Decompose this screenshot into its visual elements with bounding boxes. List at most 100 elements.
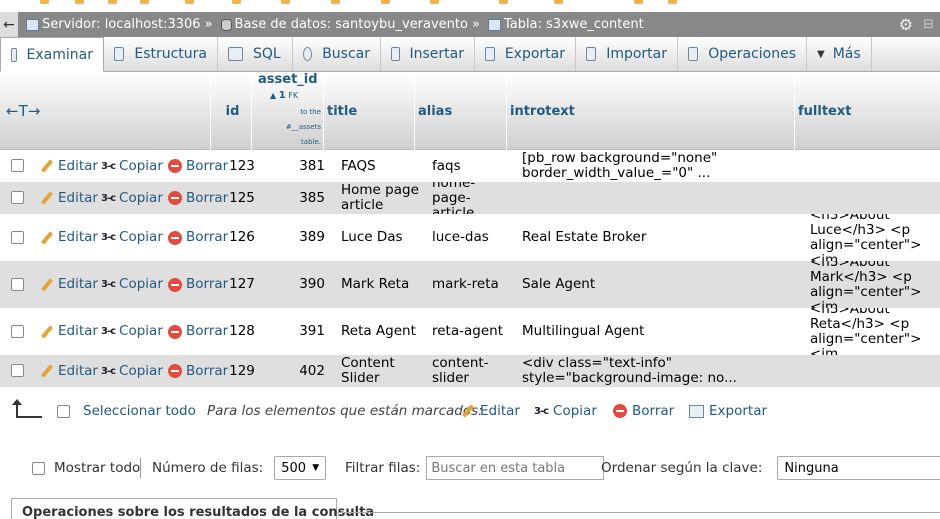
cell-id[interactable]: 129 — [226, 355, 258, 387]
tab-export[interactable]: Exportar — [475, 37, 576, 71]
tab-structure[interactable]: Estructura — [104, 37, 218, 71]
breadcrumb-database[interactable]: Base de datos: santoybu_veravento » — [213, 17, 480, 32]
table-row[interactable]: Editar 3-c Copiar Borrar 128 391 Reta Agent ret… — [0, 308, 940, 355]
sort-select[interactable]: Ninguna▼ — [777, 456, 940, 480]
column-fulltext[interactable]: fulltext — [794, 72, 940, 150]
cell-id[interactable]: 127 — [226, 261, 258, 308]
cell-fulltext[interactable] — [810, 182, 940, 214]
bulk-delete-button[interactable]: Borrar — [613, 403, 674, 419]
row-copy-button[interactable]: 3-c Copiar — [101, 355, 163, 387]
row-checkbox[interactable] — [11, 364, 24, 377]
row-checkbox[interactable] — [11, 324, 24, 338]
cell-asset-id[interactable]: 390 — [262, 261, 325, 308]
cell-fulltext[interactable]: <h3>About Reta</h3> <p align="center"><i… — [810, 308, 940, 355]
row-checkbox[interactable] — [11, 159, 24, 172]
row-edit-button[interactable]: Editar — [40, 308, 98, 355]
rows-select[interactable]: 500 ▼ — [274, 456, 327, 480]
cell-title[interactable]: FAQS — [341, 150, 429, 182]
table-row[interactable]: Editar 3-c Copiar Borrar 126 389 Luce Das luce-… — [0, 214, 940, 261]
cell-title[interactable]: Home page article — [341, 182, 429, 214]
tab-more[interactable]: ▼ Más — [807, 37, 872, 71]
bulk-copy-button[interactable]: 3-c Copiar — [534, 403, 597, 419]
tab-operations[interactable]: Operaciones — [678, 37, 807, 71]
table-row[interactable]: Editar 3-c Copiar Borrar 125 385 Home page art… — [0, 182, 940, 214]
cell-id[interactable]: 126 — [226, 214, 258, 261]
cell-title[interactable]: Reta Agent — [341, 308, 429, 355]
cell-fulltext[interactable] — [810, 355, 940, 387]
column-arrows[interactable]: ←T→ — [0, 72, 210, 150]
row-checkbox[interactable] — [11, 191, 24, 204]
bulk-edit-button[interactable]: Editar — [461, 403, 520, 419]
row-delete-button[interactable]: Borrar — [168, 355, 228, 387]
row-delete-button[interactable]: Borrar — [168, 308, 228, 355]
tab-import[interactable]: Importar — [576, 37, 678, 71]
row-delete-button[interactable]: Borrar — [168, 150, 228, 182]
row-copy-button[interactable]: 3-c Copiar — [101, 261, 163, 308]
column-introtext[interactable]: introtext — [506, 72, 794, 150]
tab-sql[interactable]: SQL — [218, 37, 293, 71]
cell-alias[interactable]: luce-das — [432, 214, 512, 261]
table-row[interactable]: Editar 3-c Copiar Borrar 129 402 Content Slide… — [0, 355, 940, 387]
cell-fulltext[interactable] — [810, 150, 940, 182]
cell-title[interactable]: Mark Reta — [341, 261, 429, 308]
cell-introtext[interactable]: [pb_row background="none" border_width_v… — [522, 150, 807, 182]
table-row[interactable]: Editar 3-c Copiar Borrar 127 390 Mark Reta mark… — [0, 261, 940, 308]
column-alias[interactable]: alias — [414, 72, 506, 150]
tab-search[interactable]: Buscar — [293, 37, 381, 71]
cell-alias[interactable]: reta-agent — [432, 308, 512, 355]
cell-title[interactable]: Content Slider — [341, 355, 429, 387]
row-delete-button[interactable]: Borrar — [168, 261, 228, 308]
cell-fulltext[interactable]: <h3>About Mark</h3> <p align="center"><i… — [810, 261, 940, 308]
cell-alias[interactable]: faqs — [432, 150, 512, 182]
cell-alias[interactable]: content-slider — [432, 355, 512, 387]
row-edit-button[interactable]: Editar — [40, 261, 98, 308]
row-copy-button[interactable]: 3-c Copiar — [101, 214, 163, 261]
row-delete-button[interactable]: Borrar — [168, 182, 228, 214]
show-all-checkbox[interactable] — [32, 461, 45, 475]
collapse-icon[interactable]: ⊟ — [923, 17, 934, 32]
cell-introtext[interactable]: Real Estate Broker — [522, 214, 807, 261]
table-row[interactable]: Editar 3-c Copiar Borrar 123 381 FAQS faqs [pb_r… — [0, 150, 940, 182]
row-checkbox[interactable] — [11, 230, 24, 244]
cell-id[interactable]: 128 — [226, 308, 258, 355]
row-copy-button[interactable]: 3-c Copiar — [101, 150, 163, 182]
column-asset-id[interactable]: asset_id ▲ 1 FK to the #__assets table. — [251, 72, 323, 150]
gear-icon[interactable]: ⚙ — [899, 15, 913, 34]
filter-input[interactable]: Buscar en esta tabla — [426, 456, 605, 480]
breadcrumb-table[interactable]: Tabla: s3xwe_content — [480, 17, 644, 32]
row-edit-button[interactable]: Editar — [40, 214, 98, 261]
cell-id[interactable]: 125 — [226, 182, 258, 214]
cell-asset-id[interactable]: 402 — [262, 355, 325, 387]
cell-introtext[interactable]: Multilingual Agent — [522, 308, 807, 355]
cell-introtext[interactable]: <div class="text-info" style="background… — [522, 355, 807, 387]
column-title[interactable]: title — [323, 72, 414, 150]
cell-asset-id[interactable]: 391 — [262, 308, 325, 355]
cell-asset-id[interactable]: 381 — [262, 150, 325, 182]
query-operations-panel[interactable]: Operaciones sobre los resultados de la c… — [11, 498, 374, 519]
tab-browse[interactable]: Examinar — [0, 37, 104, 72]
cell-alias[interactable]: mark-reta — [432, 261, 512, 308]
select-all[interactable]: Seleccionar todo — [57, 403, 196, 419]
cell-introtext[interactable] — [522, 182, 807, 214]
cell-title[interactable]: Luce Das — [341, 214, 429, 261]
row-copy-button[interactable]: 3-c Copiar — [101, 182, 163, 214]
column-id[interactable]: id — [210, 72, 251, 150]
cell-asset-id[interactable]: 389 — [262, 214, 325, 261]
row-edit-button[interactable]: Editar — [40, 182, 98, 214]
row-edit-button[interactable]: Editar — [40, 150, 98, 182]
row-copy-button[interactable]: 3-c Copiar — [101, 308, 163, 355]
cell-id[interactable]: 123 — [226, 150, 258, 182]
show-all[interactable]: Mostrar todo — [32, 456, 140, 480]
breadcrumb-server[interactable]: Servidor: localhost:3306 » — [18, 17, 213, 32]
cell-fulltext[interactable]: <h3>About Luce</h3> <p align="center"><i… — [810, 214, 940, 261]
cell-introtext[interactable]: Sale Agent — [522, 261, 807, 308]
cell-asset-id[interactable]: 385 — [262, 182, 325, 214]
tab-insert[interactable]: Insertar — [381, 37, 475, 71]
select-all-checkbox[interactable] — [57, 404, 70, 418]
back-arrow-icon[interactable]: ← — [0, 12, 18, 37]
row-checkbox[interactable] — [11, 277, 24, 291]
cell-alias[interactable]: home-page-article — [432, 182, 512, 214]
row-edit-button[interactable]: Editar — [40, 355, 98, 387]
row-delete-button[interactable]: Borrar — [168, 214, 228, 261]
bulk-export-button[interactable]: Exportar — [689, 403, 767, 419]
